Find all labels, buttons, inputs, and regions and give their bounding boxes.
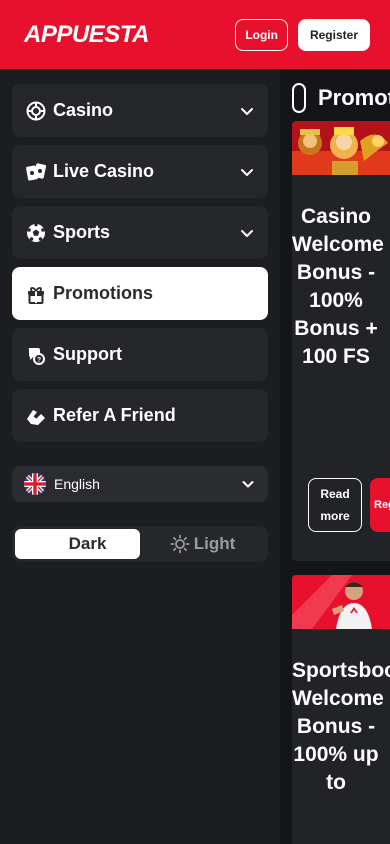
chevron-down-icon: [242, 481, 254, 488]
casino-register-button[interactable]: Register: [370, 478, 390, 532]
panel-divider: [280, 69, 290, 844]
chevron-down-icon: [241, 107, 253, 115]
login-button[interactable]: Login: [235, 18, 288, 51]
appuesta-logo[interactable]: APPUESTA: [24, 21, 149, 49]
dark-theme-label: Dark: [68, 534, 107, 553]
sidebar-item-label: Refer A Friend: [53, 405, 176, 425]
sidebar-menu: Casino Live Casino Sports Promotions ? S…: [0, 69, 280, 844]
casino-promo-title: Casino Welcome Bonus - 100% Bonus + 100 …: [292, 205, 384, 368]
support-icon: ?: [25, 344, 47, 366]
promo-card-casino: Casino Welcome Bonus - 100% Bonus + 100 …: [292, 121, 390, 561]
sidebar-item-refer-a-friend[interactable]: Refer A Friend: [12, 389, 268, 442]
sidebar-item-label: Live Casino: [53, 161, 155, 181]
sidebar-item-label: Casino: [53, 100, 114, 120]
light-theme-option[interactable]: Light: [140, 529, 265, 559]
light-theme-label: Light: [193, 534, 236, 553]
language-selector[interactable]: English: [12, 466, 268, 502]
language-label: English: [54, 476, 100, 492]
header-actions: Login Register: [235, 18, 370, 51]
sportsbook-promo-title: Sportsbook Welcome Bonus - 100% up to: [292, 659, 390, 794]
moon-icon: [51, 536, 60, 552]
handshake-icon: [25, 405, 47, 427]
page-title-text: Promotions: [318, 85, 390, 110]
sidebar-item-label: Promotions: [53, 283, 154, 303]
chevron-down-icon: [241, 168, 253, 176]
theme-toggle: Dark Light: [12, 526, 268, 562]
chevron-down-icon: [241, 229, 253, 237]
sidebar-item-casino[interactable]: Casino: [12, 84, 268, 137]
svg-text:?: ?: [37, 357, 41, 364]
sun-icon: [170, 534, 190, 554]
sidebar-item-sports[interactable]: Sports: [12, 206, 268, 259]
sidebar-item-support[interactable]: ? Support: [12, 328, 268, 381]
app-header: APPUESTA Login Register: [0, 0, 390, 69]
sidebar-item-live-casino[interactable]: Live Casino: [12, 145, 268, 198]
logo-text: APPUESTA: [24, 20, 149, 48]
casino-read-more-button[interactable]: Read more: [308, 478, 362, 532]
sidebar-item-promotions[interactable]: Promotions: [12, 267, 268, 320]
soccer-ball-icon: [25, 222, 47, 244]
promo-card-sportsbook: Sportsbook Welcome Bonus - 100% up to: [292, 575, 390, 844]
gift-icon: [25, 283, 47, 305]
casino-chip-icon: [25, 100, 47, 122]
sidebar-item-label: Sports: [53, 222, 111, 242]
sidebar-item-label: Support: [53, 344, 122, 364]
promotions-panel: Promotions Casino Welcome Bonus - 100% B…: [290, 69, 390, 844]
uk-flag-icon: [24, 473, 46, 495]
sportsbook-promo-banner-image: [292, 575, 390, 629]
dark-theme-option[interactable]: Dark: [15, 529, 140, 559]
register-button[interactable]: Register: [297, 18, 370, 51]
casino-promo-banner-image: [292, 121, 390, 175]
page-title: Promotions: [292, 83, 390, 113]
title-pill-icon: [292, 83, 306, 113]
playing-cards-icon: [25, 161, 47, 183]
